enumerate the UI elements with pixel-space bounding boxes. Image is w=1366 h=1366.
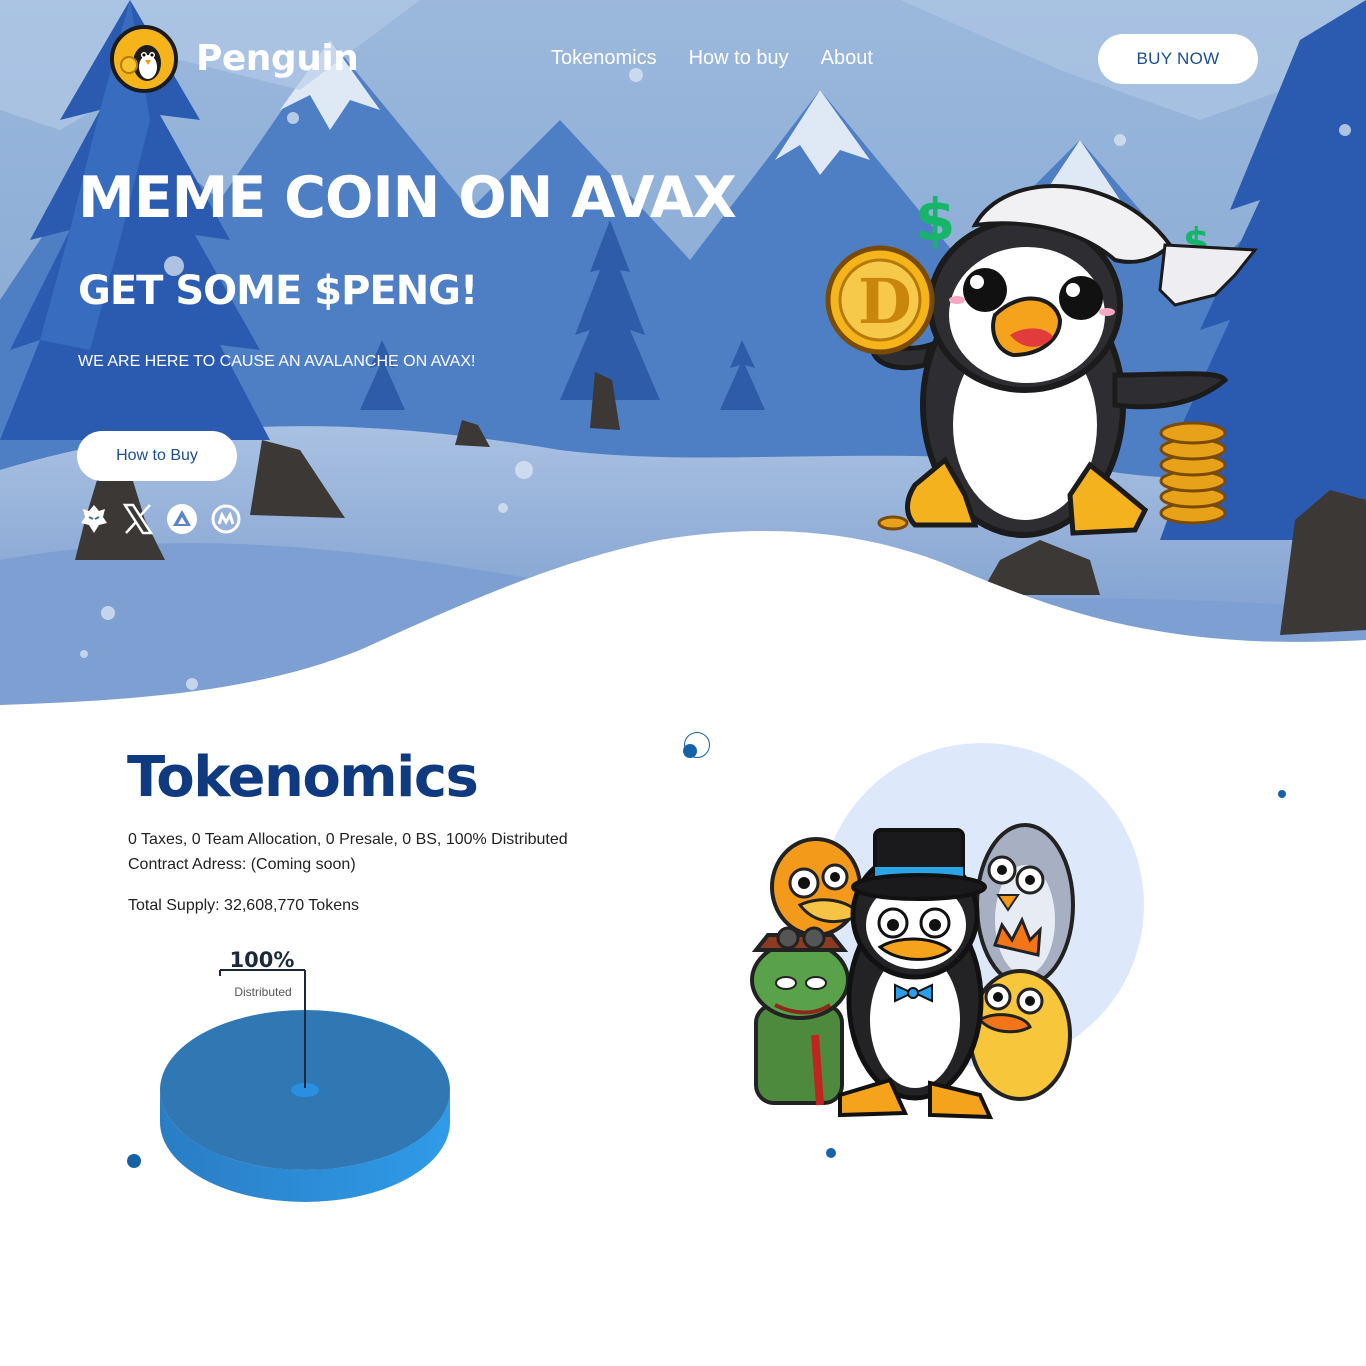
nav-link-about[interactable]: About <box>821 47 873 70</box>
nav-link-how-to-buy[interactable]: How to buy <box>689 47 789 70</box>
hero-penguin-illustration: $ $ D <box>825 183 1258 538</box>
contract-address: Contract Adress: (Coming soon) <box>128 856 356 873</box>
dexscreener-icon[interactable] <box>78 503 110 535</box>
decor-dot <box>127 1154 141 1168</box>
x-icon[interactable] <box>122 503 154 535</box>
coinmarketcap-icon[interactable] <box>210 503 242 535</box>
pie-category-label: Distributed <box>234 985 291 999</box>
how-to-buy-button[interactable]: How to Buy <box>77 431 237 481</box>
tokenomics-pie-chart: 100% Distributed <box>160 948 450 1202</box>
svg-text:D: D <box>858 265 912 338</box>
avalanche-icon[interactable] <box>166 503 198 535</box>
brand-logo[interactable] <box>110 25 178 93</box>
decor-ring <box>684 732 710 758</box>
page: Penguin Tokenomics How to buy About BUY … <box>0 0 1366 1366</box>
tokenomics-title: Tokenomics <box>127 745 479 810</box>
brand-name[interactable]: Penguin <box>196 38 359 79</box>
svg-text:$: $ <box>915 186 955 254</box>
pie-data-label: 100% <box>230 948 295 972</box>
hero-tagline: WE ARE HERE TO CAUSE AN AVALANCHE ON AVA… <box>78 353 476 370</box>
penguin-logo-icon <box>114 29 174 89</box>
hero-section: Penguin Tokenomics How to buy About BUY … <box>0 0 1366 720</box>
hero-title: MEME COIN ON AVAX <box>78 165 737 231</box>
decor-dot <box>826 1148 836 1158</box>
meme-team-illustration <box>750 743 1144 1120</box>
decor-dot <box>1278 790 1286 798</box>
nav-link-tokenomics[interactable]: Tokenomics <box>551 47 657 70</box>
tokenomics-summary: 0 Taxes, 0 Team Allocation, 0 Presale, 0… <box>128 831 568 848</box>
buy-now-button[interactable]: BUY NOW <box>1098 34 1258 84</box>
social-links <box>78 503 242 535</box>
total-supply: Total Supply: 32,608,770 Tokens <box>128 897 359 914</box>
hero-subtitle: GET SOME $PENG! <box>78 268 478 314</box>
main-nav: Tokenomics How to buy About <box>551 47 873 70</box>
